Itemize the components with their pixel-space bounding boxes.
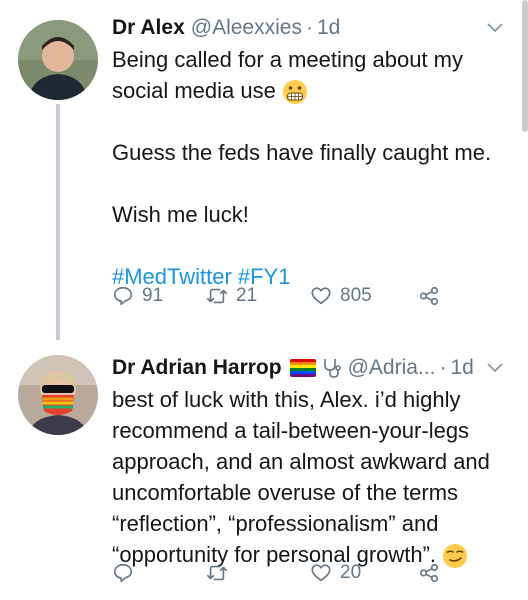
- tweet-dr-adrian-harrop[interactable]: Dr Adrian Harrop @Adria... · 1d best of: [0, 340, 528, 600]
- heart-icon: [311, 287, 331, 305]
- tweet-header: Dr Adrian Harrop @Adria... · 1d: [112, 352, 504, 384]
- like-button[interactable]: 805: [310, 285, 418, 307]
- like-count: 20: [340, 562, 362, 583]
- display-name[interactable]: Dr Adrian Harrop: [112, 356, 282, 380]
- separator-dot: ·: [305, 16, 313, 39]
- retweet-button[interactable]: 21: [206, 285, 310, 307]
- tweet-text: best of luck with this, Alex. i’d highly…: [112, 384, 504, 570]
- timestamp[interactable]: 1d: [450, 356, 473, 380]
- rainbow-flag-icon: [289, 359, 316, 377]
- avatar[interactable]: [18, 355, 98, 435]
- share-button[interactable]: [418, 285, 440, 307]
- grimacing-face-icon: [283, 80, 307, 105]
- heart-icon: [311, 564, 331, 582]
- reply-button[interactable]: [112, 562, 206, 584]
- reply-icon: [113, 286, 133, 306]
- avatar[interactable]: [18, 20, 98, 100]
- tweet-text: Being called for a meeting about my soci…: [112, 44, 504, 292]
- share-button[interactable]: [418, 562, 440, 584]
- tweet-line: Wish me luck!: [112, 202, 249, 227]
- tweet-line: approach, and an almost awkward and: [112, 449, 490, 474]
- reply-icon: [113, 563, 133, 583]
- tweet-line-emoji: social media use: [112, 75, 504, 106]
- retweet-count: 21: [236, 285, 258, 306]
- tweet-line: Being called for a meeting about my: [112, 47, 463, 72]
- stethoscope-icon: [323, 359, 341, 378]
- user-handle[interactable]: @Aleexxies: [191, 16, 302, 40]
- user-handle[interactable]: @Adria...: [348, 356, 436, 380]
- chevron-down-icon[interactable]: [486, 360, 504, 374]
- tweet-line: social media use: [112, 78, 276, 103]
- tweet-dr-alex[interactable]: Dr Alex @Aleexxies · 1d Being called for…: [0, 0, 528, 340]
- share-icon: [419, 286, 439, 306]
- tweet-header: Dr Alex @Aleexxies · 1d: [112, 12, 504, 44]
- tweet-line: best of luck with this, Alex. i’d highly: [112, 387, 461, 412]
- separator-dot: ·: [439, 356, 447, 379]
- like-count: 805: [340, 285, 372, 306]
- retweet-button[interactable]: [206, 562, 310, 584]
- timestamp[interactable]: 1d: [317, 16, 340, 40]
- retweet-icon: [207, 288, 227, 304]
- share-icon: [419, 563, 439, 583]
- tweet-actions: 20: [112, 562, 440, 584]
- tweet-line: Guess the feds have finally caught me.: [112, 140, 492, 165]
- chevron-down-icon[interactable]: [486, 20, 504, 34]
- tweet-line: uncomfortable overuse of the terms: [112, 480, 459, 505]
- tweet-actions: 91 21 805: [112, 285, 440, 307]
- thread-line: [56, 104, 60, 340]
- tweet-line: recommend a tail-between-your-legs: [112, 418, 470, 443]
- tweet-line: “reflection”, “professionalism” and: [112, 511, 439, 536]
- retweet-icon: [207, 565, 227, 581]
- smirking-face-icon: [443, 544, 468, 569]
- like-button[interactable]: 20: [310, 562, 418, 584]
- reply-button[interactable]: 91: [112, 285, 206, 307]
- display-name[interactable]: Dr Alex: [112, 16, 185, 40]
- reply-count: 91: [142, 285, 164, 306]
